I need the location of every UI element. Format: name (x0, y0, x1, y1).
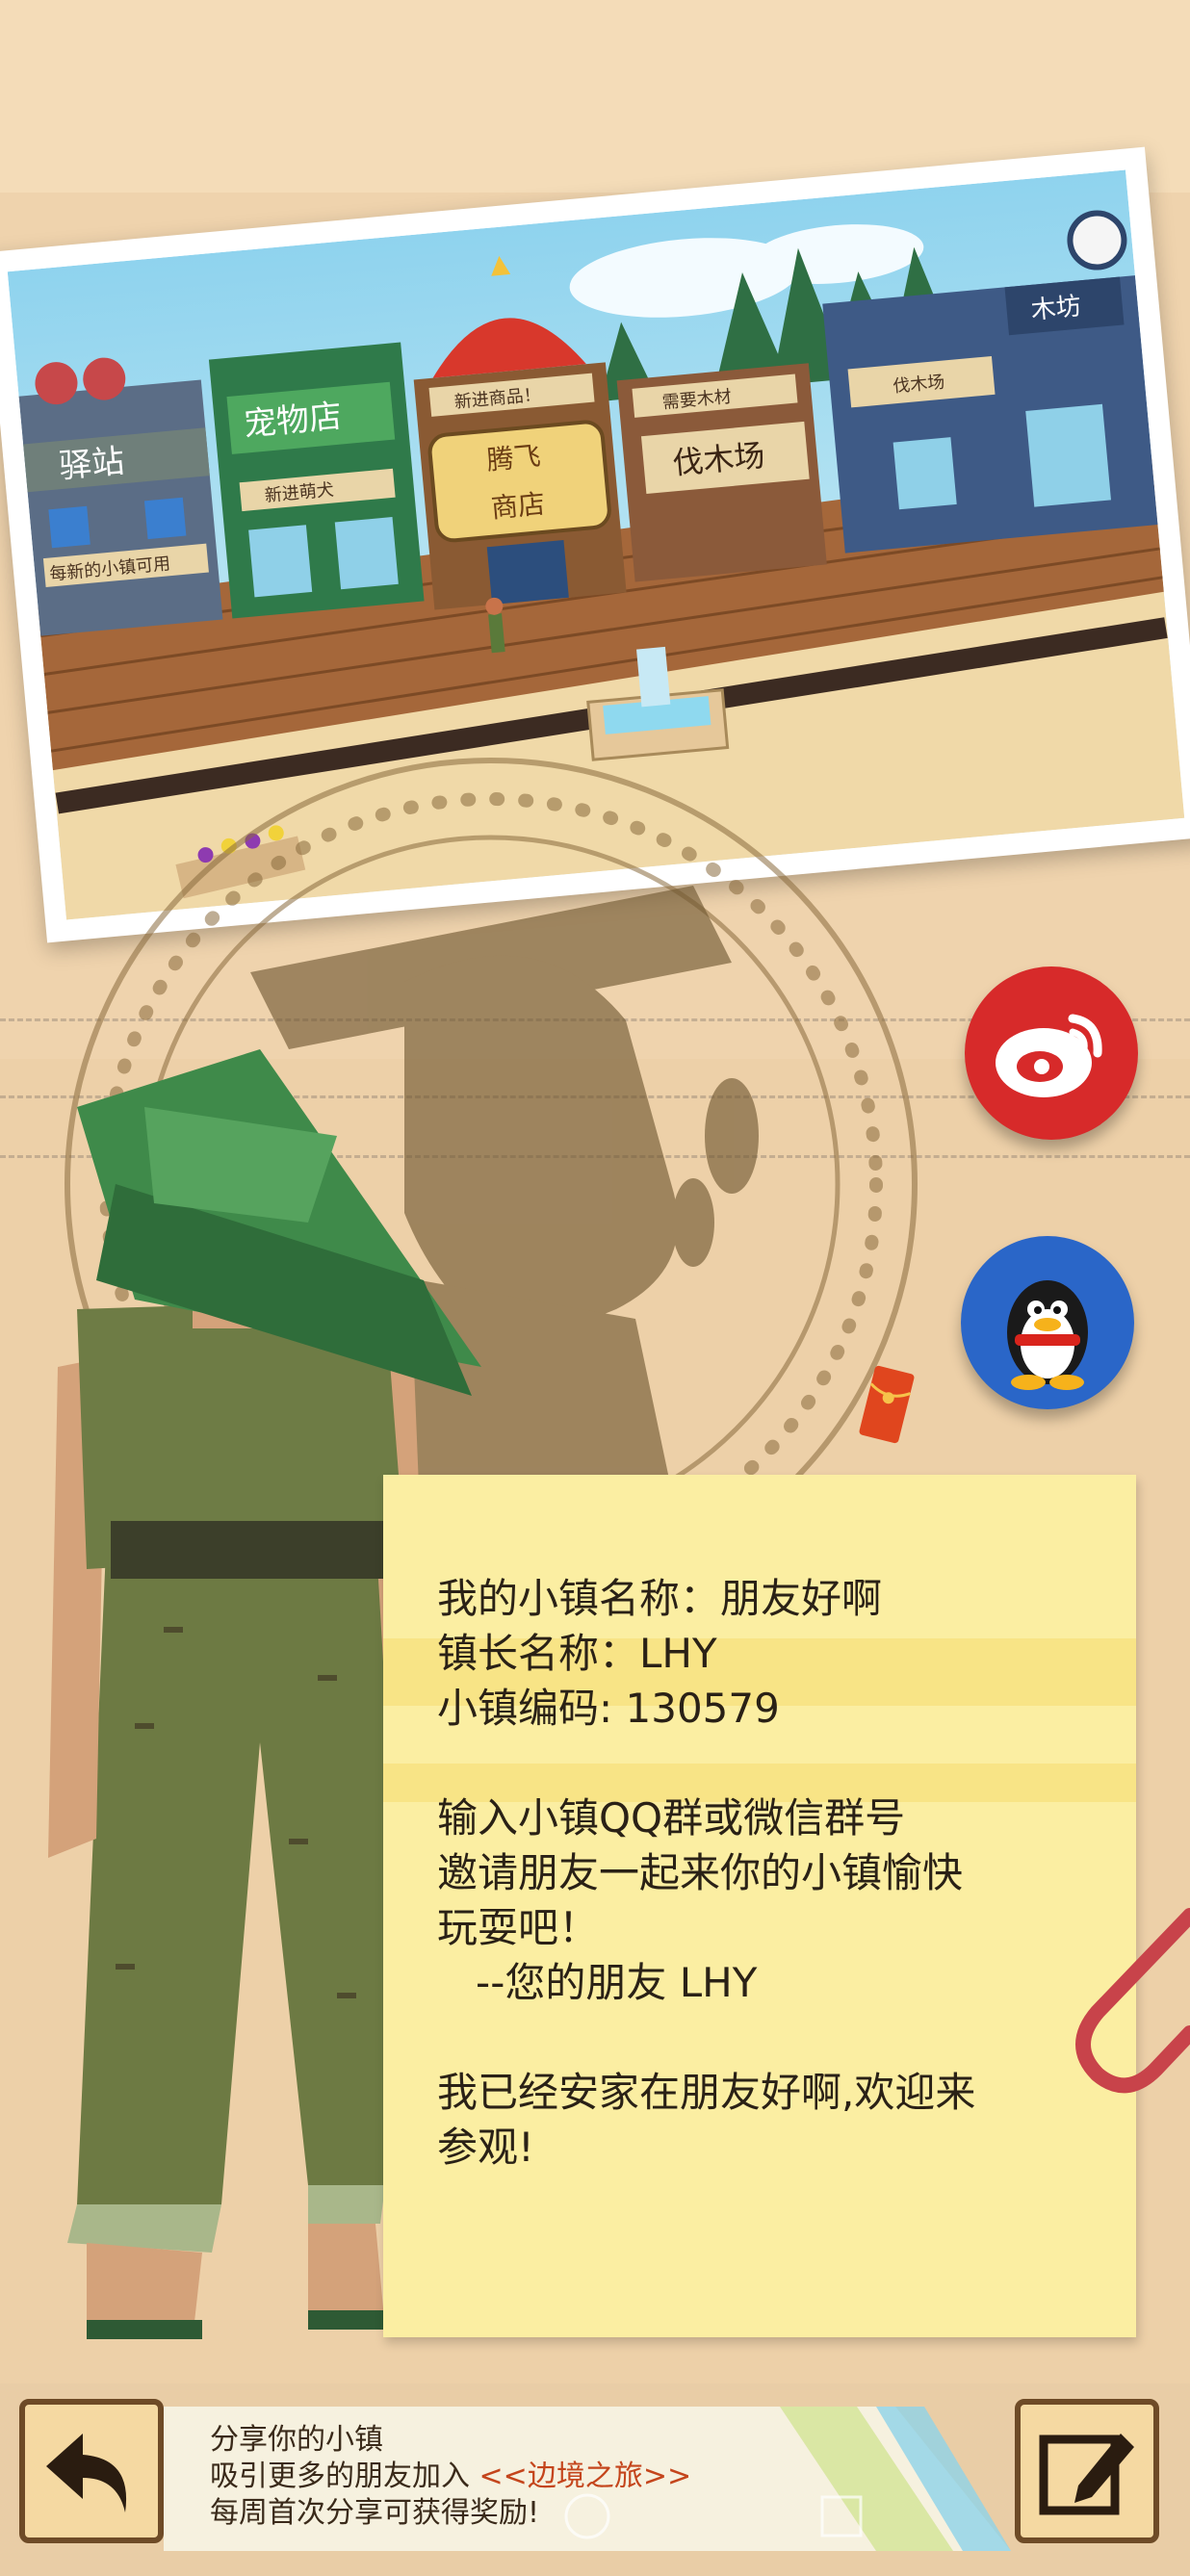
building-station: 驿站 每新的小镇可用 (18, 357, 223, 636)
back-button[interactable] (19, 2399, 164, 2543)
svg-text:商店: 商店 (490, 488, 547, 525)
weibo-icon (996, 1014, 1102, 1097)
svg-text:木坊: 木坊 (1029, 292, 1082, 325)
reward-line: 每周首次分享可获得奖励! (210, 2496, 540, 2530)
invite-line: 输入小镇QQ群或微信群号 (437, 1794, 906, 1842)
invitation-text: 我的小镇名称：朋友好啊 镇长名称：LHY 小镇编码: 130579 输入小镇QQ… (437, 1571, 1111, 2175)
svg-text:驿站: 驿站 (58, 442, 126, 486)
paper-clip-icon (1075, 1908, 1190, 2094)
edit-pencil-icon (1039, 2434, 1134, 2515)
welcome-line: 我已经安家在朋友好啊,欢迎来 (437, 2069, 976, 2116)
invite-line: 玩耍吧！ (437, 1904, 600, 1951)
welcome-line: 参观! (437, 2124, 534, 2171)
signature: --您的朋友 LHY (437, 1959, 758, 2006)
invitation-note: 我的小镇名称：朋友好啊 镇长名称：LHY 小镇编码: 130579 输入小镇QQ… (383, 1475, 1136, 2337)
svg-text:腾飞: 腾飞 (485, 440, 542, 477)
qq-share-button[interactable] (961, 1236, 1134, 1409)
building-pet-shop: 宠物店 新进萌犬 (208, 342, 425, 619)
share-title: 分享你的小镇 (210, 2423, 383, 2457)
home-nav-icon[interactable] (558, 2487, 616, 2545)
mayor-line: 镇长名称：LHY (437, 1630, 717, 1677)
back-arrow-icon (46, 2434, 127, 2512)
share-line: 吸引更多的朋友加入 <<边境之旅>> (210, 2460, 692, 2493)
town-code-line: 小镇编码: 130579 (437, 1685, 780, 1732)
weibo-share-button[interactable] (965, 966, 1138, 1140)
town-name-line: 我的小镇名称：朋友好啊 (437, 1575, 883, 1622)
invite-line: 邀请朋友一起来你的小镇愉快 (437, 1849, 964, 1896)
share-description: 分享你的小镇 吸引更多的朋友加入 <<边境之旅>> 每周首次分享可获得奖励! (210, 2422, 884, 2532)
building-lumber-yard: 需要木材 伐木场 (616, 363, 827, 582)
edit-button[interactable] (1015, 2399, 1159, 2543)
recent-apps-nav-icon[interactable] (816, 2491, 867, 2541)
qq-penguin-icon (1007, 1280, 1088, 1390)
